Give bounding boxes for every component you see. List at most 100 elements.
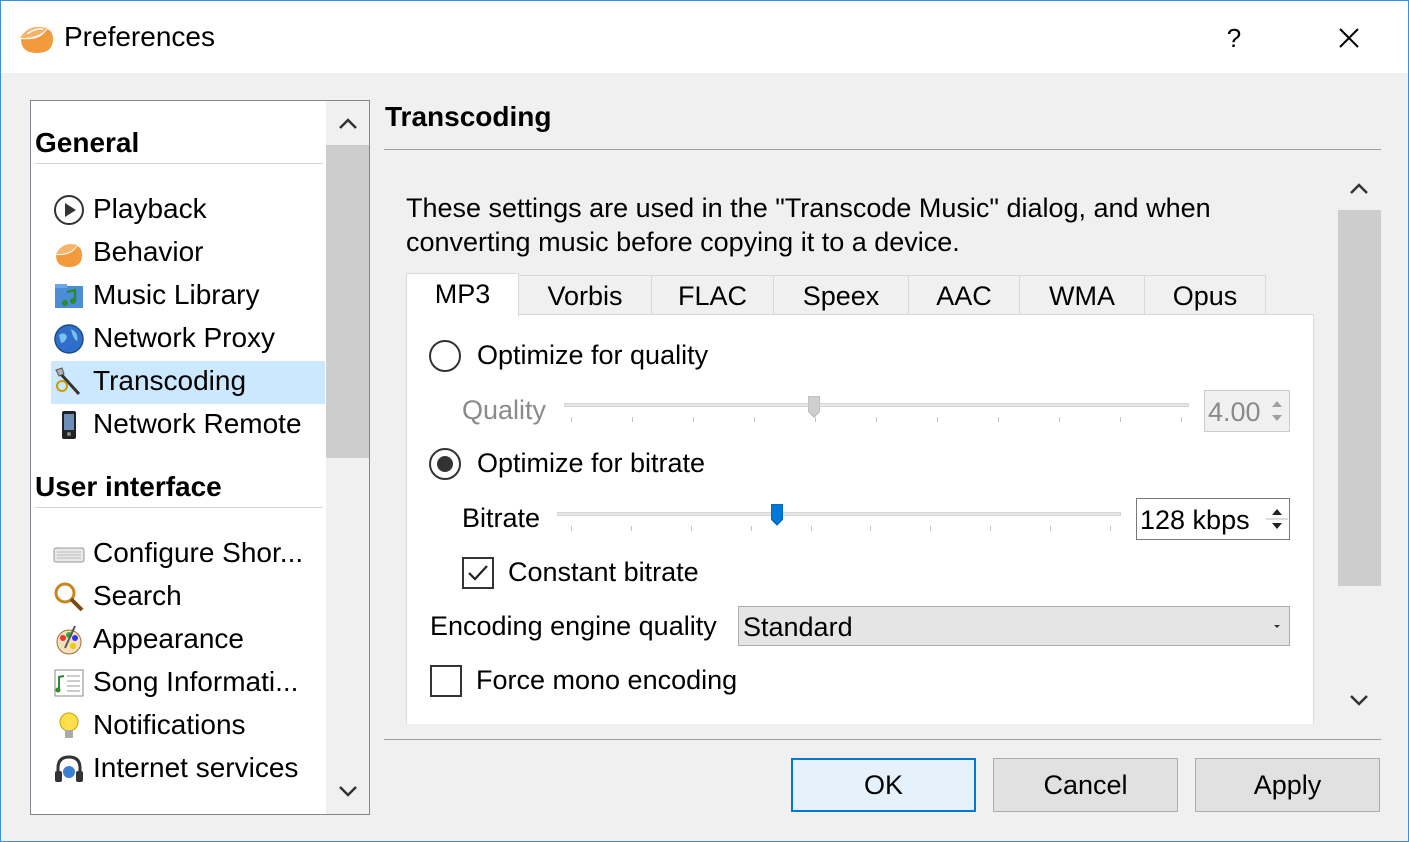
slider-tick	[693, 417, 694, 422]
sidebar-item-label: Internet services	[93, 752, 299, 783]
bitrate-slider[interactable]	[557, 512, 1121, 516]
sidebar-scroll-thumb[interactable]	[326, 145, 369, 458]
tab-speex[interactable]: Speex	[773, 275, 909, 315]
ok-button[interactable]: OK	[791, 758, 976, 812]
quality-value: 4.00	[1208, 397, 1261, 427]
sidebar-item-behavior[interactable]: Behavior	[51, 232, 325, 275]
clementine-logo-icon	[20, 26, 53, 53]
slider-tick	[632, 417, 633, 422]
cancel-button[interactable]: Cancel	[993, 758, 1178, 812]
bitrate-label: Bitrate	[462, 503, 541, 533]
slider-tick	[1110, 526, 1111, 531]
tab-flac[interactable]: FLAC	[651, 275, 774, 315]
slider-tick	[1120, 417, 1121, 422]
sidebar-item-configure-shortcuts[interactable]: Configure Shor...	[51, 533, 325, 576]
scroll-up-icon[interactable]	[1339, 168, 1379, 208]
optimize-bitrate-label: Optimize for bitrate	[477, 448, 706, 478]
slider-tick	[571, 417, 572, 422]
spin-arrows-icon[interactable]	[1266, 500, 1288, 538]
quality-slider[interactable]	[564, 403, 1189, 407]
search-icon	[54, 582, 84, 612]
sidebar-item-label: Network Remote	[93, 408, 302, 439]
optimize-quality-radio[interactable]	[429, 340, 461, 372]
sidebar-item-label: Network Proxy	[93, 322, 276, 353]
category-list[interactable]: General Playback Behavior Music Library …	[30, 100, 370, 815]
quality-slider-handle[interactable]	[808, 396, 820, 418]
sidebar-item-label: Playback	[93, 193, 207, 224]
playback-icon	[54, 195, 84, 225]
optimize-bitrate-radio[interactable]	[429, 448, 461, 480]
keyboard-icon	[53, 547, 85, 563]
tab-vorbis[interactable]: Vorbis	[518, 275, 652, 315]
constant-bitrate-checkbox[interactable]	[462, 557, 494, 589]
sidebar-item-appearance[interactable]: Appearance	[51, 619, 325, 662]
slider-tick	[811, 526, 812, 531]
appearance-icon	[56, 625, 82, 655]
quality-slider-ticks	[571, 417, 1182, 423]
sidebar-item-label: Music Library	[93, 279, 260, 310]
scroll-down-icon[interactable]	[328, 772, 368, 812]
sidebar-item-search[interactable]: Search	[51, 576, 325, 619]
lightbulb-icon	[59, 712, 79, 738]
clementine-icon	[56, 244, 82, 267]
slider-tick	[631, 526, 632, 531]
music-library-icon	[55, 284, 83, 308]
force-mono-label: Force mono encoding	[476, 665, 738, 695]
scroll-up-icon[interactable]	[328, 103, 368, 143]
button-row-divider	[384, 739, 1381, 740]
optimize-quality-label: Optimize for quality	[477, 340, 709, 370]
force-mono-checkbox[interactable]	[430, 665, 462, 697]
spin-arrows-icon[interactable]	[1266, 392, 1288, 430]
page-title-divider	[384, 149, 1381, 150]
page-scrollbar[interactable]	[1338, 166, 1381, 723]
sidebar-item-label: Search	[93, 580, 182, 611]
sidebar-item-playback[interactable]: Playback	[51, 189, 325, 232]
window-title: Preferences	[64, 21, 215, 52]
slider-tick	[870, 526, 871, 531]
quality-spinbox[interactable]: 4.00	[1204, 390, 1290, 432]
sidebar-item-label: Transcoding	[93, 365, 247, 396]
page-title: Transcoding	[385, 101, 552, 132]
tab-mp3[interactable]: MP3	[406, 273, 519, 316]
tab-wma[interactable]: WMA	[1019, 275, 1145, 315]
sidebar-item-music-library[interactable]: Music Library	[51, 275, 325, 318]
sidebar-item-transcoding[interactable]: Transcoding	[51, 361, 325, 404]
bitrate-slider-ticks	[571, 526, 1111, 532]
scroll-down-icon[interactable]	[1339, 681, 1379, 721]
bitrate-spinbox[interactable]: 128 kbps	[1136, 498, 1290, 540]
quality-label: Quality	[462, 395, 547, 425]
chevron-down-icon	[1274, 625, 1280, 628]
sidebar-item-network-remote[interactable]: Network Remote	[51, 404, 325, 447]
encoding-quality-select[interactable]: Standard	[738, 606, 1290, 646]
slider-tick	[990, 526, 991, 531]
preferences-window: Preferences ? General Playback Behavior …	[0, 0, 1409, 842]
slider-tick	[691, 526, 692, 531]
sidebar-item-song-information[interactable]: Song Informati...	[51, 662, 325, 705]
sidebar-item-label: Appearance	[93, 623, 245, 654]
sidebar-scrollbar[interactable]	[326, 101, 369, 814]
encoding-quality-label: Encoding engine quality	[430, 611, 717, 641]
slider-tick	[1050, 526, 1051, 531]
encoding-quality-value: Standard	[743, 612, 853, 642]
tab-aac[interactable]: AAC	[908, 275, 1020, 315]
slider-tick	[937, 417, 938, 422]
slider-tick	[876, 417, 877, 422]
help-button[interactable]: ?	[1206, 17, 1262, 61]
close-icon[interactable]	[1319, 17, 1379, 61]
page-description: These settings are used in the "Transcod…	[406, 193, 1211, 257]
apply-button[interactable]: Apply	[1195, 758, 1380, 812]
tab-opus[interactable]: Opus	[1144, 275, 1266, 315]
bitrate-slider-handle[interactable]	[771, 504, 783, 526]
page-scroll-thumb[interactable]	[1338, 210, 1381, 586]
slider-tick	[1181, 417, 1182, 422]
sidebar-item-internet-services[interactable]: Internet services	[51, 748, 325, 791]
slider-tick	[751, 526, 752, 531]
slider-tick	[1059, 417, 1060, 422]
constant-bitrate-label: Constant bitrate	[508, 557, 699, 587]
headphones-icon	[55, 755, 83, 782]
section-general: General	[35, 127, 140, 158]
sidebar-item-label: Configure Shor...	[93, 537, 304, 568]
sidebar-item-network-proxy[interactable]: Network Proxy	[51, 318, 325, 361]
sidebar-item-label: Song Informati...	[93, 666, 299, 697]
sidebar-item-notifications[interactable]: Notifications	[51, 705, 325, 748]
